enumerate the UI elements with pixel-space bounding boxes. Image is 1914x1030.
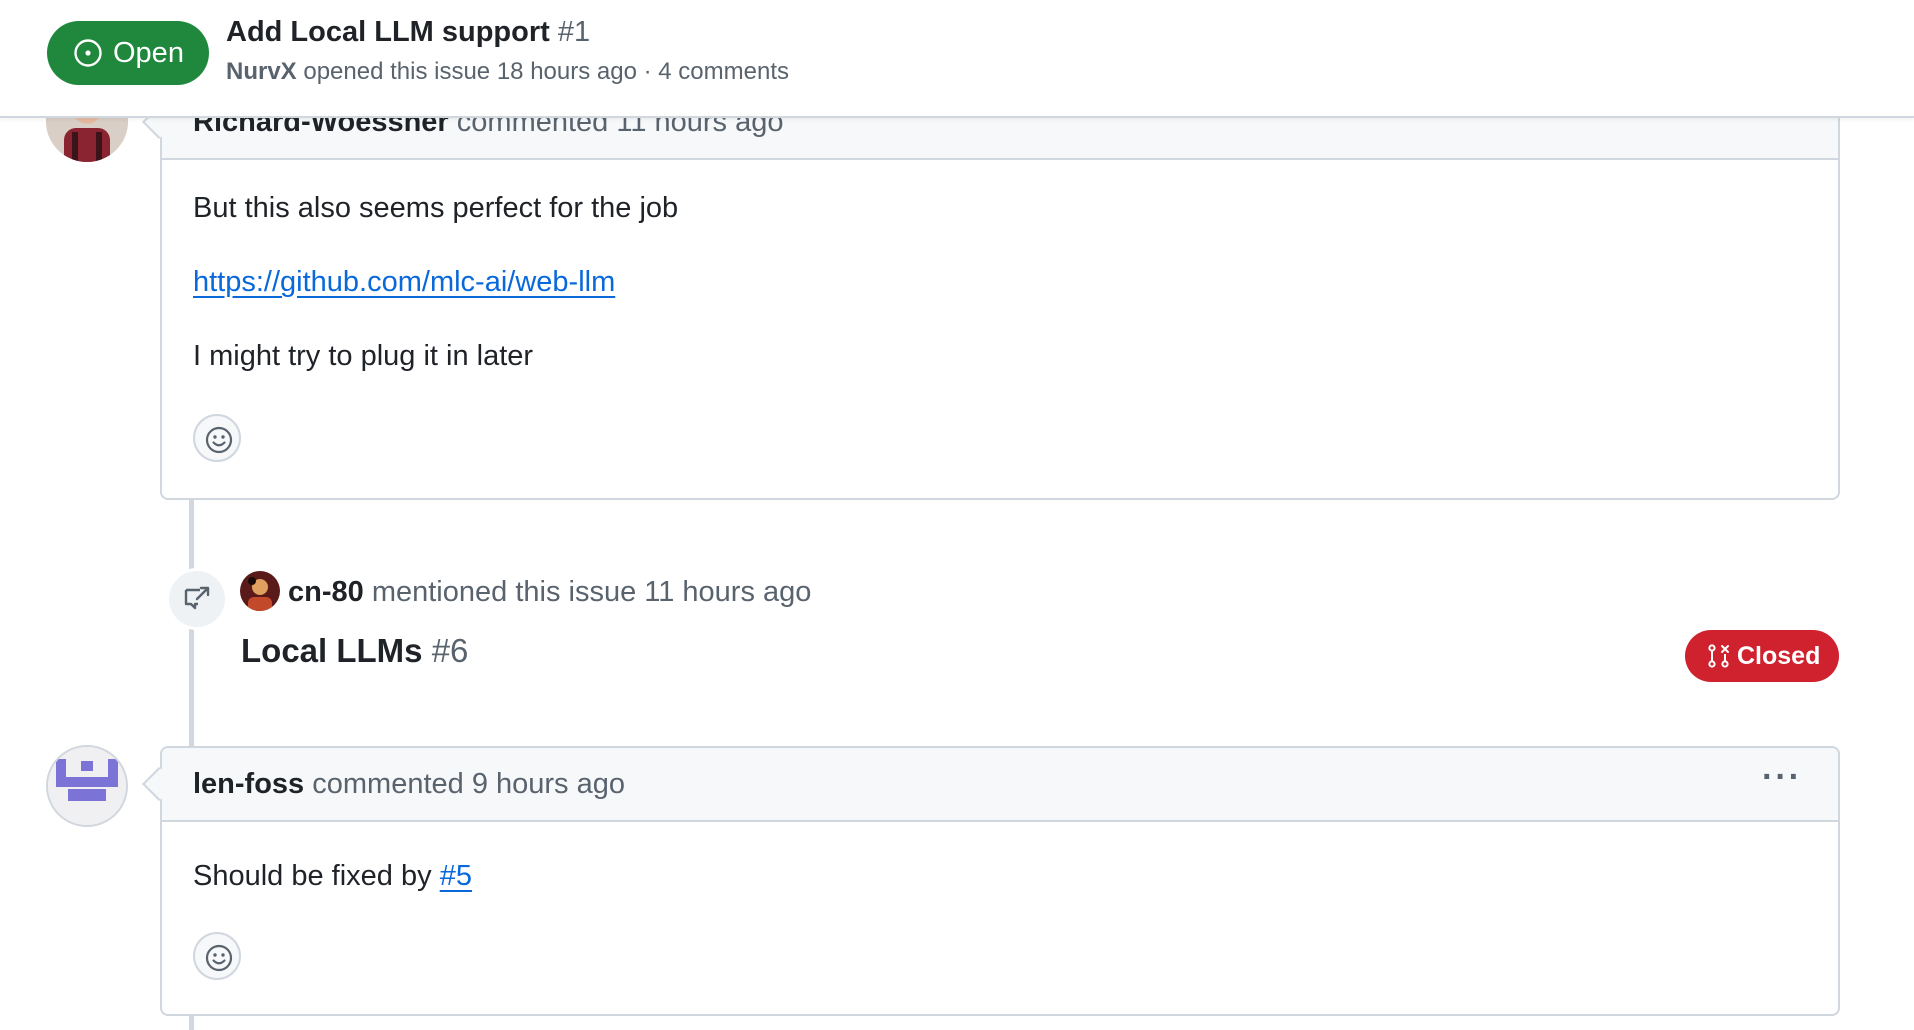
referenced-issue-number: #6	[431, 632, 469, 669]
cross-reference-icon	[184, 586, 210, 610]
closed-status-badge: Closed	[1685, 630, 1839, 682]
cross-reference-icon-container	[166, 568, 228, 630]
comment-paragraph: I might try to plug it in later	[193, 340, 534, 372]
issue-title-text: Add Local LLM support	[226, 16, 550, 48]
add-reaction-button[interactable]	[193, 414, 241, 462]
comment-card: Richard-Woessner commented 11 hours ago …	[142, 84, 1840, 500]
issue-opened-text: opened this issue 18 hours ago	[303, 58, 637, 85]
comment-menu-button[interactable]: ···	[1762, 748, 1802, 820]
mention-action[interactable]: mentioned this issue 11 hours ago	[372, 576, 812, 608]
mention-event-text: cn-80 mentioned this issue 11 hours ago	[288, 570, 811, 614]
referenced-issue-title[interactable]: Local LLMs #6	[241, 632, 468, 670]
comment-link[interactable]: https://github.com/mlc-ai/web-llm	[193, 266, 615, 299]
issue-comments-count[interactable]: 4 comments	[658, 58, 789, 85]
open-status-badge: Open	[47, 21, 209, 85]
issue-author[interactable]: NurvX	[226, 58, 297, 85]
avatar[interactable]	[240, 571, 280, 611]
referenced-issue-name[interactable]: Local LLMs	[241, 632, 423, 669]
comment-caret	[142, 767, 176, 801]
sticky-issue-header: Open Add Local LLM support #1 NurvX open…	[0, 0, 1914, 118]
issue-open-icon	[74, 39, 102, 67]
comment-meta: len-foss commented 9 hours ago	[193, 748, 625, 820]
issue-title: Add Local LLM support #1	[226, 16, 590, 49]
comment-paragraph: Should be fixed by #5	[193, 860, 472, 893]
avatar[interactable]	[46, 745, 128, 827]
add-reaction-button[interactable]	[193, 932, 241, 980]
mention-user[interactable]: cn-80	[288, 576, 364, 608]
pull-request-closed-icon	[1708, 644, 1729, 668]
comment-header: len-foss commented 9 hours ago ···	[142, 748, 1838, 822]
issue-meta: NurvX opened this issue 18 hours ago · 4…	[226, 58, 789, 86]
smiley-icon	[205, 426, 233, 454]
issue-number: #1	[557, 16, 591, 48]
closed-status-label: Closed	[1737, 642, 1821, 670]
issue-link[interactable]: #5	[440, 860, 472, 892]
comment-card: len-foss commented 9 hours ago ··· Shoul…	[142, 746, 1840, 1016]
comment-paragraph: But this also seems perfect for the job	[193, 192, 679, 224]
meta-separator: ·	[643, 58, 652, 85]
comment-author[interactable]: len-foss	[193, 768, 304, 800]
comment-text: Should be fixed by	[193, 860, 432, 892]
open-status-label: Open	[113, 37, 184, 69]
smiley-icon	[205, 944, 233, 972]
comment-timestamp[interactable]: commented 9 hours ago	[312, 768, 625, 800]
